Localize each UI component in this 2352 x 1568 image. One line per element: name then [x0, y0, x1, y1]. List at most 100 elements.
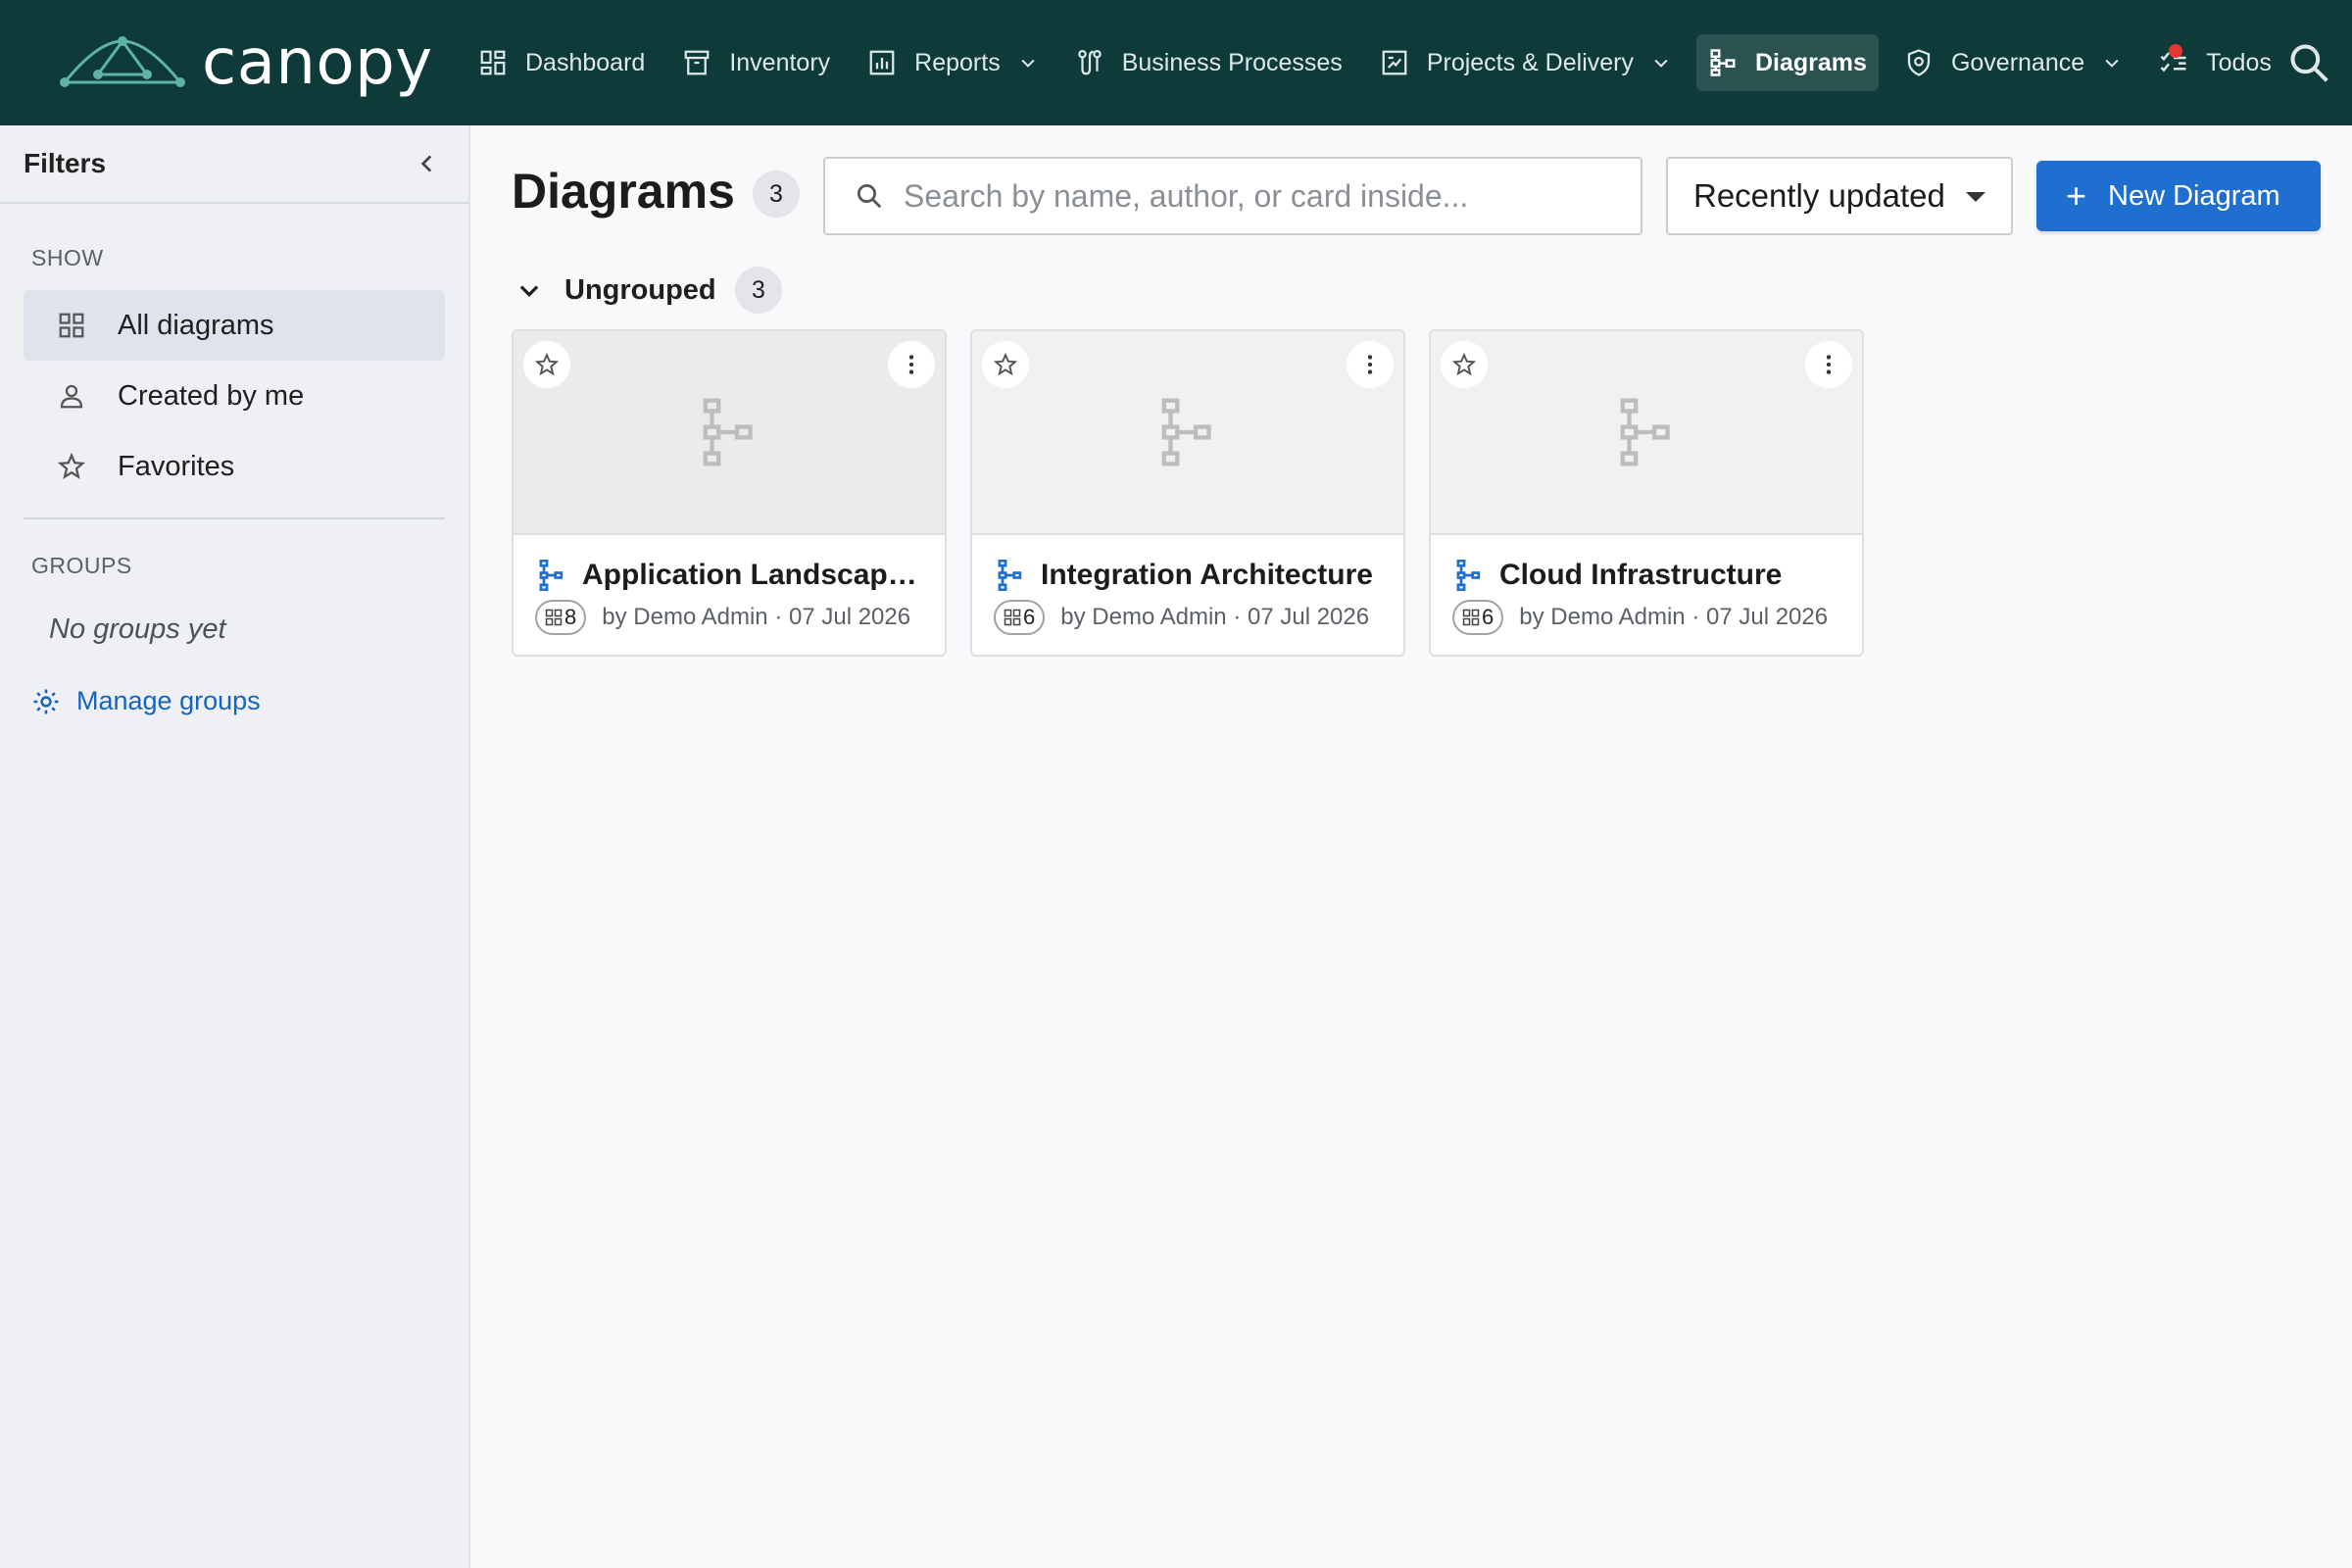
diagram-placeholder-icon [1620, 398, 1670, 466]
filter-label: Created by me [118, 379, 305, 412]
project-icon [1382, 50, 1407, 75]
chevron-down-icon [519, 285, 539, 297]
card-count: 6 [1023, 605, 1036, 629]
diagram-card[interactable]: Cloud Infrastructure 6 by Demo Admin · 0… [1429, 329, 1864, 657]
card-meta: 8 by Demo Admin · 07 Jul 2026 [535, 600, 910, 635]
more-vertical-icon [1826, 355, 1832, 374]
nav-label: Business Processes [1121, 48, 1343, 76]
nav-item-governance[interactable]: Governance [1892, 34, 2133, 91]
sidebar-divider [24, 517, 445, 519]
card-count: 8 [564, 605, 577, 629]
process-icon [1077, 50, 1102, 75]
more-options-button[interactable] [888, 341, 935, 388]
card-title-row: Cloud Infrastructure [1454, 559, 1846, 592]
main-nav: Dashboard Inventory Reports Business Pro… [466, 0, 2297, 125]
dashboard-icon [480, 50, 506, 75]
more-options-button[interactable] [1805, 341, 1852, 388]
group-count-badge: 3 [735, 267, 782, 314]
more-vertical-icon [908, 355, 914, 374]
filter-all-diagrams[interactable]: All diagrams [24, 290, 445, 361]
nav-item-todos[interactable]: Todos [2147, 34, 2283, 91]
gear-icon [33, 689, 59, 713]
person-icon [60, 384, 83, 409]
card-meta: 6 by Demo Admin · 07 Jul 2026 [994, 600, 1369, 635]
nav-item-dashboard[interactable]: Dashboard [466, 34, 657, 91]
nav-label: Dashboard [525, 48, 646, 76]
card-title: Cloud Infrastructure [1499, 559, 1783, 591]
group-label: Ungrouped [564, 273, 716, 306]
card-meta: 6 by Demo Admin · 07 Jul 2026 [1452, 600, 1828, 635]
card-count-chip: 6 [994, 600, 1046, 635]
page-title: Diagrams [512, 164, 735, 219]
card-title: Integration Architecture [1041, 559, 1373, 591]
nav-label: Governance [1950, 48, 2085, 76]
groups-section-label: GROUPS [31, 553, 132, 578]
card-title-row: Integration Architecture [996, 559, 1388, 592]
caret-down-icon [1966, 192, 1985, 202]
star-icon [1451, 352, 1477, 376]
new-diagram-label: New Diagram [2108, 179, 2280, 212]
favorite-button[interactable] [982, 341, 1029, 388]
filters-sidebar: Filters SHOW All diagrams Created by me … [0, 125, 470, 1568]
sort-dropdown[interactable]: Recently updated [1666, 157, 2013, 235]
nav-item-projects-delivery[interactable]: Projects & Delivery [1368, 34, 1683, 91]
canopy-logo-icon [60, 36, 185, 87]
group-toggle-ungrouped[interactable]: Ungrouped [512, 267, 716, 314]
bar-chart-icon [869, 50, 895, 75]
nodes-icon [1462, 609, 1480, 626]
diagram-count-badge: 3 [753, 171, 800, 218]
nav-label: Inventory [729, 48, 831, 76]
sort-selected-value: Recently updated [1693, 177, 1945, 214]
diagram-card[interactable]: Integration Architecture 6 by Demo Admin… [970, 329, 1405, 657]
card-count-chip: 6 [1452, 600, 1504, 635]
global-search-icon[interactable] [2287, 41, 2330, 84]
chevron-down-icon [1021, 59, 1035, 68]
favorite-button[interactable] [523, 341, 570, 388]
diagram-icon [998, 560, 1022, 591]
archive-icon [684, 50, 710, 75]
no-groups-message: No groups yet [49, 613, 226, 645]
filters-title: Filters [24, 148, 107, 178]
grid-icon [59, 313, 84, 338]
filter-favorites[interactable]: Favorites [24, 431, 445, 502]
plus-icon: + [2066, 175, 2087, 216]
star-icon [993, 352, 1018, 376]
diagram-icon [1710, 49, 1736, 76]
filter-label: Favorites [118, 450, 235, 482]
diagram-icon [1456, 560, 1481, 591]
canopy-logo[interactable]: canopy [59, 27, 433, 98]
manage-groups-link[interactable]: Manage groups [31, 686, 261, 716]
nav-item-reports[interactable]: Reports [856, 34, 1050, 91]
card-author-date: by Demo Admin · 07 Jul 2026 [602, 604, 911, 630]
nav-label: Projects & Delivery [1426, 48, 1634, 76]
diagram-placeholder-icon [703, 398, 753, 466]
collapse-sidebar-button[interactable] [410, 146, 445, 181]
search-input[interactable] [904, 177, 1629, 215]
diagram-card[interactable]: Application Landscape ... 8 by Demo Admi… [512, 329, 947, 657]
diagram-thumbnail[interactable] [972, 331, 1403, 535]
search-field[interactable] [823, 157, 1642, 235]
favorite-button[interactable] [1441, 341, 1488, 388]
more-vertical-icon [1367, 355, 1373, 374]
star-icon [534, 352, 560, 376]
manage-groups-label: Manage groups [76, 686, 261, 715]
chevron-left-icon [420, 155, 432, 172]
show-section-label: SHOW [31, 245, 104, 270]
nav-item-diagrams[interactable]: Diagrams [1695, 34, 1879, 91]
nodes-icon [545, 609, 563, 626]
diagram-placeholder-icon [1161, 398, 1211, 466]
nav-item-inventory[interactable]: Inventory [670, 34, 842, 91]
diagram-thumbnail[interactable] [1431, 331, 1862, 535]
filter-created-by-me[interactable]: Created by me [24, 361, 445, 431]
card-title: Application Landscape ... [582, 559, 929, 591]
card-author-date: by Demo Admin · 07 Jul 2026 [1519, 604, 1829, 630]
more-options-button[interactable] [1347, 341, 1394, 388]
diagram-thumbnail[interactable] [514, 331, 945, 535]
card-author-date: by Demo Admin · 07 Jul 2026 [1060, 604, 1370, 630]
search-icon [858, 184, 882, 209]
nav-item-business-processes[interactable]: Business Processes [1063, 34, 1354, 91]
nodes-icon [1004, 609, 1021, 626]
filters-header: Filters [0, 125, 468, 204]
nav-label: Diagrams [1754, 48, 1867, 76]
new-diagram-button[interactable]: + New Diagram [2036, 161, 2321, 231]
